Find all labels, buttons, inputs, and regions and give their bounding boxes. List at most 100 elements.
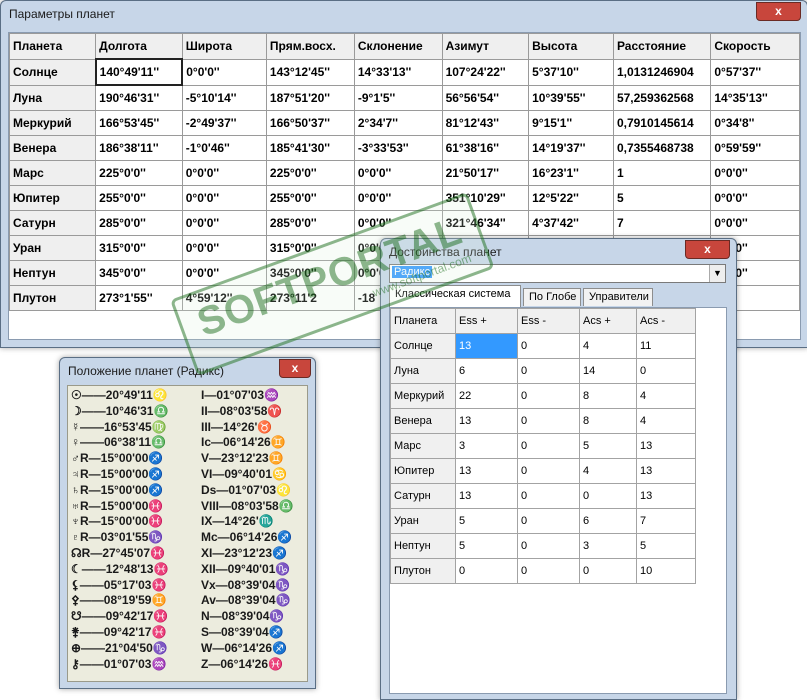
table-cell[interactable]: 321°46'34''	[441, 210, 530, 236]
column-header[interactable]: Расстояние	[612, 33, 712, 60]
table-cell[interactable]: 13	[455, 483, 518, 509]
table-cell[interactable]: -3°33'53''	[353, 135, 443, 161]
table-cell[interactable]: 140°49'11''	[94, 58, 184, 86]
chart-type-dropdown[interactable]: Радикс ▼	[389, 264, 726, 283]
table-cell[interactable]: 11	[636, 333, 696, 359]
row-header[interactable]: Плутон	[390, 558, 456, 584]
table-cell[interactable]: 0	[517, 458, 580, 484]
table-cell[interactable]: 12°5'22''	[528, 185, 614, 211]
table-cell[interactable]: 345°0'0''	[95, 260, 183, 286]
table-cell[interactable]: 7	[612, 210, 712, 236]
row-header[interactable]: Юпитер	[390, 458, 456, 484]
column-header[interactable]: Планета	[9, 33, 97, 60]
row-header[interactable]: Нептун	[390, 533, 456, 559]
table-cell[interactable]: 0°0'0''	[710, 160, 800, 186]
table-cell[interactable]: 187°51'20''	[265, 84, 355, 111]
table-cell[interactable]: 4°59'12''	[181, 285, 267, 311]
table-cell[interactable]: 0	[517, 333, 580, 359]
column-header[interactable]: Склонение	[353, 33, 443, 60]
column-header[interactable]: Acs +	[579, 308, 637, 334]
table-cell[interactable]: 14°33'13''	[353, 58, 443, 86]
table-cell[interactable]: 190°46'31''	[95, 84, 183, 111]
table-cell[interactable]: 0	[517, 383, 580, 409]
table-cell[interactable]: 61°38'16''	[441, 135, 530, 161]
table-cell[interactable]: 0°0'0''	[353, 160, 443, 186]
table-cell[interactable]: 7	[636, 508, 696, 534]
table-cell[interactable]: 8	[579, 383, 637, 409]
table-cell[interactable]: 0°59'59''	[710, 135, 800, 161]
table-cell[interactable]: 4	[579, 458, 637, 484]
row-header[interactable]: Нептун	[9, 260, 97, 286]
table-cell[interactable]: 22	[455, 383, 518, 409]
table-cell[interactable]: 13	[455, 458, 518, 484]
table-cell[interactable]: 186°38'11''	[95, 135, 183, 161]
column-header[interactable]: Азимут	[441, 33, 530, 60]
planet-dignities-titlebar[interactable]: Достоинства планет x	[381, 239, 736, 266]
table-cell[interactable]: 273°11'2	[265, 285, 355, 311]
row-header[interactable]: Плутон	[9, 285, 97, 311]
table-cell[interactable]: -1°0'46''	[181, 135, 267, 161]
table-cell[interactable]: 0°0'0''	[710, 210, 800, 236]
tab-rulers[interactable]: Управители	[583, 288, 653, 306]
table-cell[interactable]: 4	[636, 383, 696, 409]
table-cell[interactable]: 0	[455, 558, 518, 584]
row-header[interactable]: Юпитер	[9, 185, 97, 211]
column-header[interactable]: Долгота	[95, 33, 183, 60]
table-cell[interactable]: 81°12'43''	[441, 110, 530, 136]
table-cell[interactable]: 166°50'37''	[265, 110, 355, 136]
table-cell[interactable]: 5°37'10''	[528, 58, 614, 86]
table-cell[interactable]: 1	[612, 160, 712, 186]
table-cell[interactable]: -9°1'5''	[353, 84, 443, 111]
table-cell[interactable]: 14	[579, 358, 637, 384]
table-cell[interactable]: 166°53'45''	[95, 110, 183, 136]
table-cell[interactable]: 14°35'13''	[710, 84, 800, 111]
table-cell[interactable]: 0°0'0''	[181, 185, 267, 211]
table-cell[interactable]: 255°0'0''	[265, 185, 355, 211]
table-cell[interactable]: 225°0'0''	[95, 160, 183, 186]
table-cell[interactable]: 255°0'0''	[95, 185, 183, 211]
table-cell[interactable]: 5	[455, 533, 518, 559]
table-cell[interactable]: 13	[455, 333, 518, 359]
planet-positions-titlebar[interactable]: Положение планет (Радикс) x	[60, 358, 315, 385]
table-cell[interactable]: 285°0'0''	[265, 210, 355, 236]
row-header[interactable]: Солнце	[390, 333, 456, 359]
table-cell[interactable]: 4	[636, 408, 696, 434]
tab-classic-system[interactable]: Классическая система	[389, 285, 521, 307]
table-cell[interactable]: 143°12'45''	[265, 58, 355, 86]
table-cell[interactable]: 10°39'55''	[528, 84, 614, 111]
row-header[interactable]: Венера	[9, 135, 97, 161]
table-cell[interactable]: 4	[579, 333, 637, 359]
table-cell[interactable]: 285°0'0''	[95, 210, 183, 236]
table-cell[interactable]: 0	[517, 483, 580, 509]
close-button[interactable]: x	[756, 2, 801, 21]
row-header[interactable]: Меркурий	[9, 110, 97, 136]
table-cell[interactable]: 0°0'0''	[353, 185, 443, 211]
table-cell[interactable]: 5	[636, 533, 696, 559]
table-cell[interactable]: 57,259362568	[612, 84, 712, 111]
table-cell[interactable]: 0°0'0''	[181, 58, 267, 86]
table-cell[interactable]: 0,7910145614	[612, 110, 712, 136]
chevron-down-icon[interactable]: ▼	[709, 265, 725, 282]
table-cell[interactable]: 0°34'8''	[710, 110, 800, 136]
row-header[interactable]: Уран	[9, 235, 97, 261]
table-cell[interactable]: 0°0'0''	[181, 210, 267, 236]
table-cell[interactable]: 345°0'0''	[265, 260, 355, 286]
column-header[interactable]: Acs -	[636, 308, 696, 334]
table-cell[interactable]: 0°0'0''	[181, 160, 267, 186]
table-cell[interactable]: 13	[636, 433, 696, 459]
table-cell[interactable]: 13	[636, 458, 696, 484]
table-cell[interactable]: 0°0'0''	[181, 260, 267, 286]
row-header[interactable]: Сатурн	[390, 483, 456, 509]
table-cell[interactable]: 0	[517, 433, 580, 459]
column-header[interactable]: Широта	[181, 33, 267, 60]
table-cell[interactable]: 6	[579, 508, 637, 534]
column-header[interactable]: Прям.восх.	[265, 33, 355, 60]
table-cell[interactable]: 107°24'22''	[441, 58, 530, 86]
row-header[interactable]: Меркурий	[390, 383, 456, 409]
table-cell[interactable]: 6	[455, 358, 518, 384]
table-cell[interactable]: 56°56'54''	[441, 84, 530, 111]
table-cell[interactable]: -2°49'37''	[181, 110, 267, 136]
table-cell[interactable]: 225°0'0''	[265, 160, 355, 186]
close-button[interactable]: x	[685, 240, 730, 259]
column-header[interactable]: Планета	[390, 308, 456, 334]
